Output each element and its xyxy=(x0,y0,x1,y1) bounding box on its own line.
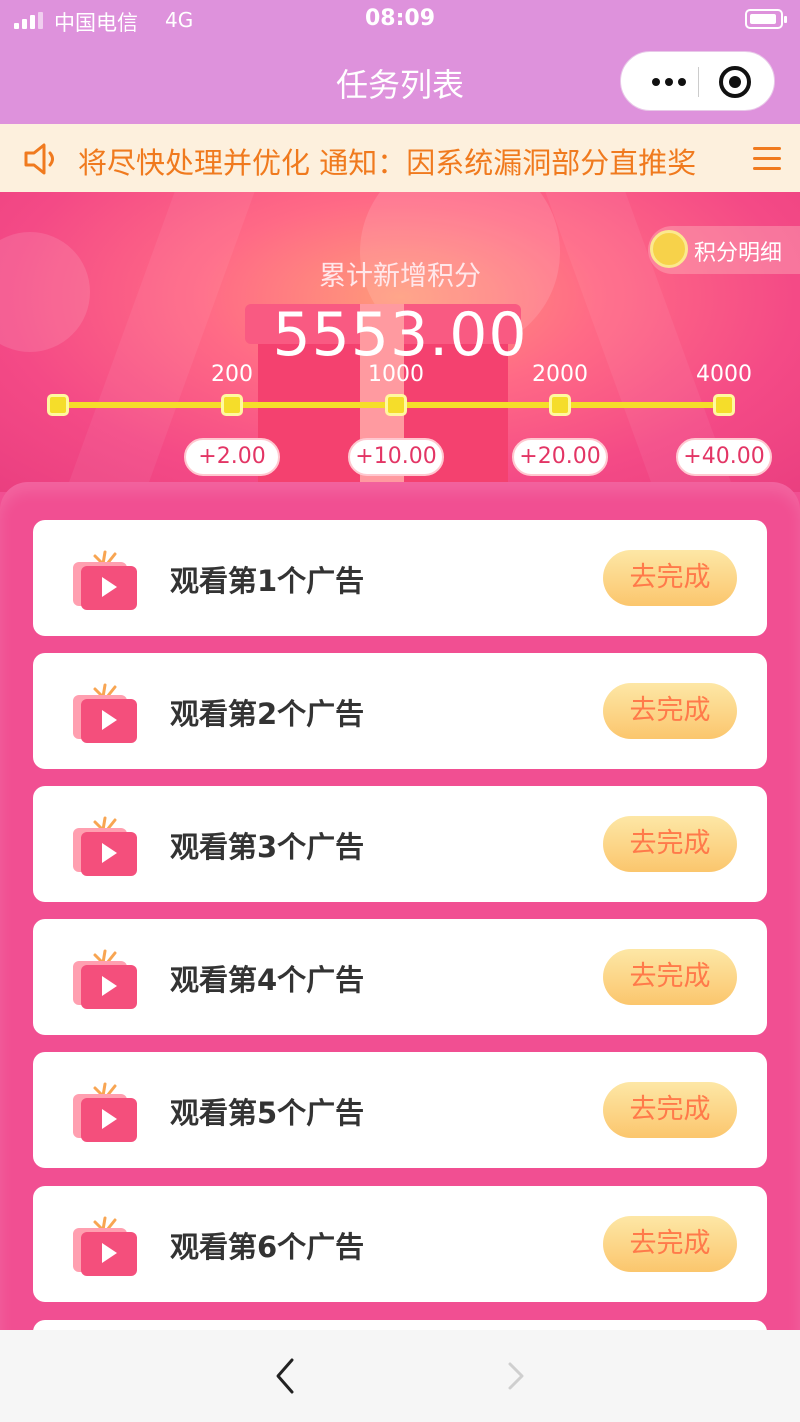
bottom-nav-bar xyxy=(0,1330,800,1422)
notice-bar: 将尽快处理并优化 通知：因系统漏洞部分直推奖 xyxy=(0,124,800,192)
tv-play-icon xyxy=(73,1082,137,1142)
milestone-reward-badge: +20.00 xyxy=(512,438,608,476)
points-hero: 累计新增积分 5553.00 积分明细 200 1000 2000 4000 +… xyxy=(0,192,800,492)
milestone-node xyxy=(549,394,571,416)
milestone-reward-badge: +40.00 xyxy=(676,438,772,476)
milestone-threshold: 1000 xyxy=(368,362,424,387)
clock: 08:09 xyxy=(364,6,436,31)
task-card: 观看第3个广告 去完成 xyxy=(33,786,767,902)
battery-icon xyxy=(745,9,787,29)
complete-task-button[interactable]: 去完成 xyxy=(603,949,737,1005)
complete-task-button[interactable]: 去完成 xyxy=(603,550,737,606)
milestone-node xyxy=(385,394,407,416)
tv-play-icon xyxy=(73,550,137,610)
speaker-icon xyxy=(24,143,54,175)
complete-task-button[interactable]: 去完成 xyxy=(603,1082,737,1138)
tv-play-icon xyxy=(73,949,137,1009)
task-name: 观看第1个广告 xyxy=(170,564,365,598)
tv-play-icon xyxy=(73,1216,137,1276)
task-name: 观看第3个广告 xyxy=(170,830,365,864)
task-card: 观看第2个广告 去完成 xyxy=(33,653,767,769)
complete-task-button[interactable]: 去完成 xyxy=(603,683,737,739)
status-bar: 中国电信 4G 08:09 xyxy=(0,0,800,40)
milestone-reward-badge: +10.00 xyxy=(348,438,444,476)
milestone-threshold: 4000 xyxy=(696,362,752,387)
capsule-divider xyxy=(698,67,699,97)
tv-play-icon xyxy=(73,683,137,743)
task-card: 观看第1个广告 去完成 xyxy=(33,520,767,636)
task-list-panel: 观看第1个广告 去完成 观看第2个广告 去完成 观看第3个广告 去完成 观看第4… xyxy=(0,482,800,1342)
complete-task-button[interactable]: 去完成 xyxy=(603,816,737,872)
milestone-threshold: 200 xyxy=(211,362,253,387)
points-detail-button[interactable]: 积分明细 xyxy=(648,226,800,274)
target-circle-icon[interactable] xyxy=(719,66,751,98)
task-card: 观看第4个广告 去完成 xyxy=(33,919,767,1035)
coin-icon xyxy=(650,230,688,268)
hamburger-menu-icon[interactable] xyxy=(733,124,800,192)
chevron-right-icon[interactable] xyxy=(492,1350,540,1402)
chevron-left-icon[interactable] xyxy=(262,1350,310,1402)
milestone-threshold: 2000 xyxy=(532,362,588,387)
tv-play-icon xyxy=(73,816,137,876)
notice-text: 将尽快处理并优化 通知：因系统漏洞部分直推奖 xyxy=(78,146,697,180)
task-name: 观看第5个广告 xyxy=(170,1096,365,1130)
miniprogram-capsule xyxy=(620,51,775,111)
milestone-reward-badge: +2.00 xyxy=(184,438,280,476)
more-dots-icon[interactable] xyxy=(639,52,699,112)
task-name: 观看第2个广告 xyxy=(170,697,365,731)
complete-task-button[interactable]: 去完成 xyxy=(603,1216,737,1272)
task-card: 观看第6个广告 去完成 xyxy=(33,1186,767,1302)
task-name: 观看第6个广告 xyxy=(170,1230,365,1264)
progress-start-node xyxy=(47,394,69,416)
task-card: 观看第5个广告 去完成 xyxy=(33,1052,767,1168)
milestone-node xyxy=(221,394,243,416)
points-detail-label: 积分明细 xyxy=(694,241,783,266)
task-name: 观看第4个广告 xyxy=(170,963,365,997)
milestone-node xyxy=(713,394,735,416)
total-points-value: 5553.00 xyxy=(272,300,528,370)
top-header: 中国电信 4G 08:09 任务列表 xyxy=(0,0,800,124)
